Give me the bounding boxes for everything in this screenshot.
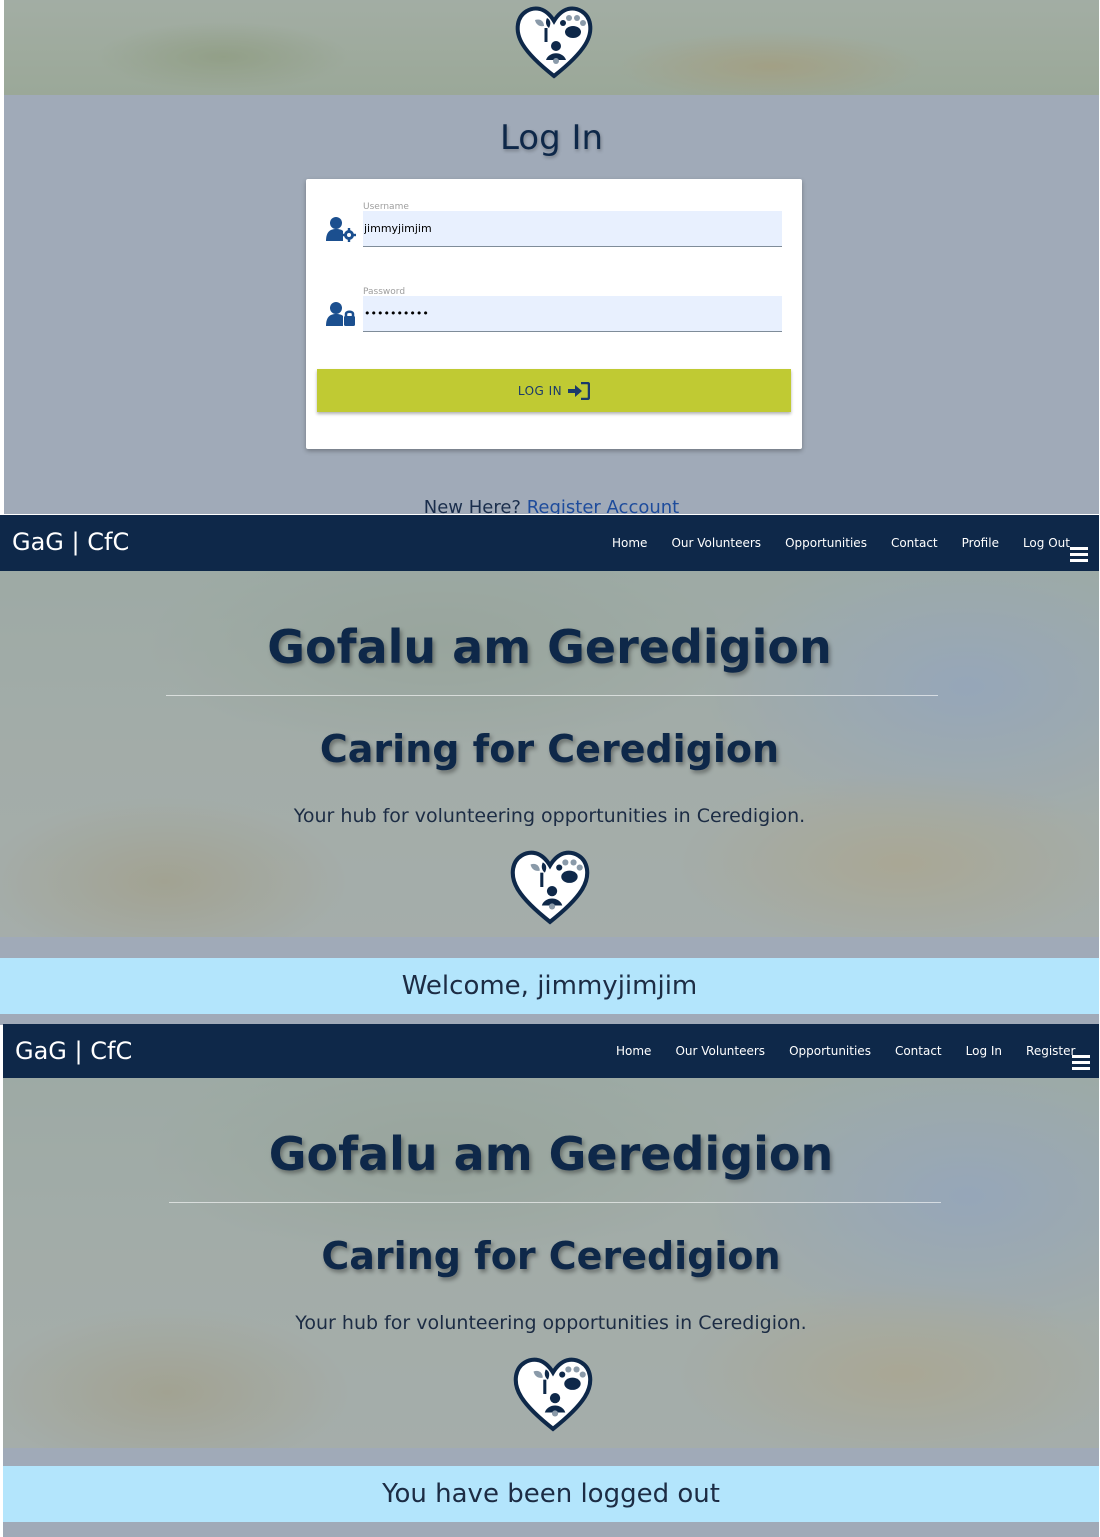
- sub-heading: Caring for Ceredigion: [319, 727, 780, 771]
- nav-register[interactable]: Register: [1026, 1044, 1075, 1058]
- page-title: Log In: [499, 118, 604, 158]
- login-button-label: LOG IN: [517, 383, 563, 398]
- nav-contact[interactable]: Contact: [891, 536, 938, 550]
- hamburger-menu-icon[interactable]: [1070, 547, 1088, 563]
- nav-opportunities[interactable]: Opportunities: [789, 1044, 871, 1058]
- divider: [169, 1202, 941, 1203]
- heart-logo-icon: [515, 6, 593, 79]
- heart-logo-icon: [510, 850, 590, 925]
- nav-opportunities[interactable]: Opportunities: [785, 536, 867, 550]
- heart-logo-icon: [513, 1357, 593, 1432]
- nav-our-volunteers[interactable]: Our Volunteers: [675, 1044, 765, 1058]
- divider: [166, 695, 938, 696]
- tagline: Your hub for volunteering opportunities …: [295, 1312, 807, 1334]
- main-heading: Gofalu am Geredigion: [268, 1127, 834, 1181]
- user-gear-icon: [326, 217, 356, 242]
- navbar: GaG | CfC Home Our Volunteers Opportunit…: [0, 515, 1099, 571]
- login-screen: Log In Username Password LOG IN: [4, 0, 1099, 514]
- password-field[interactable]: [363, 296, 782, 332]
- register-account-link[interactable]: Register Account: [527, 497, 680, 514]
- logout-alert: You have been logged out: [3, 1466, 1099, 1522]
- home-logged-out-screen: GaG | CfC Home Our Volunteers Opportunit…: [3, 1024, 1099, 1537]
- brand-logo[interactable]: GaG | CfC: [12, 528, 129, 556]
- nav-links: Home Our Volunteers Opportunities Contac…: [588, 515, 1070, 571]
- nav-profile[interactable]: Profile: [962, 536, 999, 550]
- tagline: Your hub for volunteering opportunities …: [293, 805, 806, 827]
- username-field[interactable]: [363, 211, 782, 247]
- user-lock-icon: [326, 302, 355, 326]
- nav-log-out[interactable]: Log Out: [1023, 536, 1070, 550]
- nav-links: Home Our Volunteers Opportunities Contac…: [592, 1024, 1075, 1078]
- register-prompt: New Here? Register Account: [4, 497, 1099, 514]
- hamburger-menu-icon[interactable]: [1072, 1055, 1090, 1071]
- navbar: GaG | CfC Home Our Volunteers Opportunit…: [3, 1024, 1099, 1078]
- sub-heading: Caring for Ceredigion: [321, 1234, 781, 1278]
- main-heading: Gofalu am Geredigion: [267, 620, 832, 674]
- nav-our-volunteers[interactable]: Our Volunteers: [671, 536, 761, 550]
- sign-in-icon: [568, 381, 591, 400]
- nav-home[interactable]: Home: [612, 536, 647, 550]
- home-logged-in-screen: GaG | CfC Home Our Volunteers Opportunit…: [0, 515, 1099, 1025]
- login-button[interactable]: LOG IN: [317, 369, 791, 412]
- welcome-alert: Welcome, jimmyjimjim: [0, 958, 1099, 1014]
- nav-contact[interactable]: Contact: [895, 1044, 942, 1058]
- login-card: Username Password LOG IN: [306, 179, 802, 449]
- nav-home[interactable]: Home: [616, 1044, 651, 1058]
- nav-log-in[interactable]: Log In: [966, 1044, 1002, 1058]
- brand-logo[interactable]: GaG | CfC: [15, 1037, 132, 1065]
